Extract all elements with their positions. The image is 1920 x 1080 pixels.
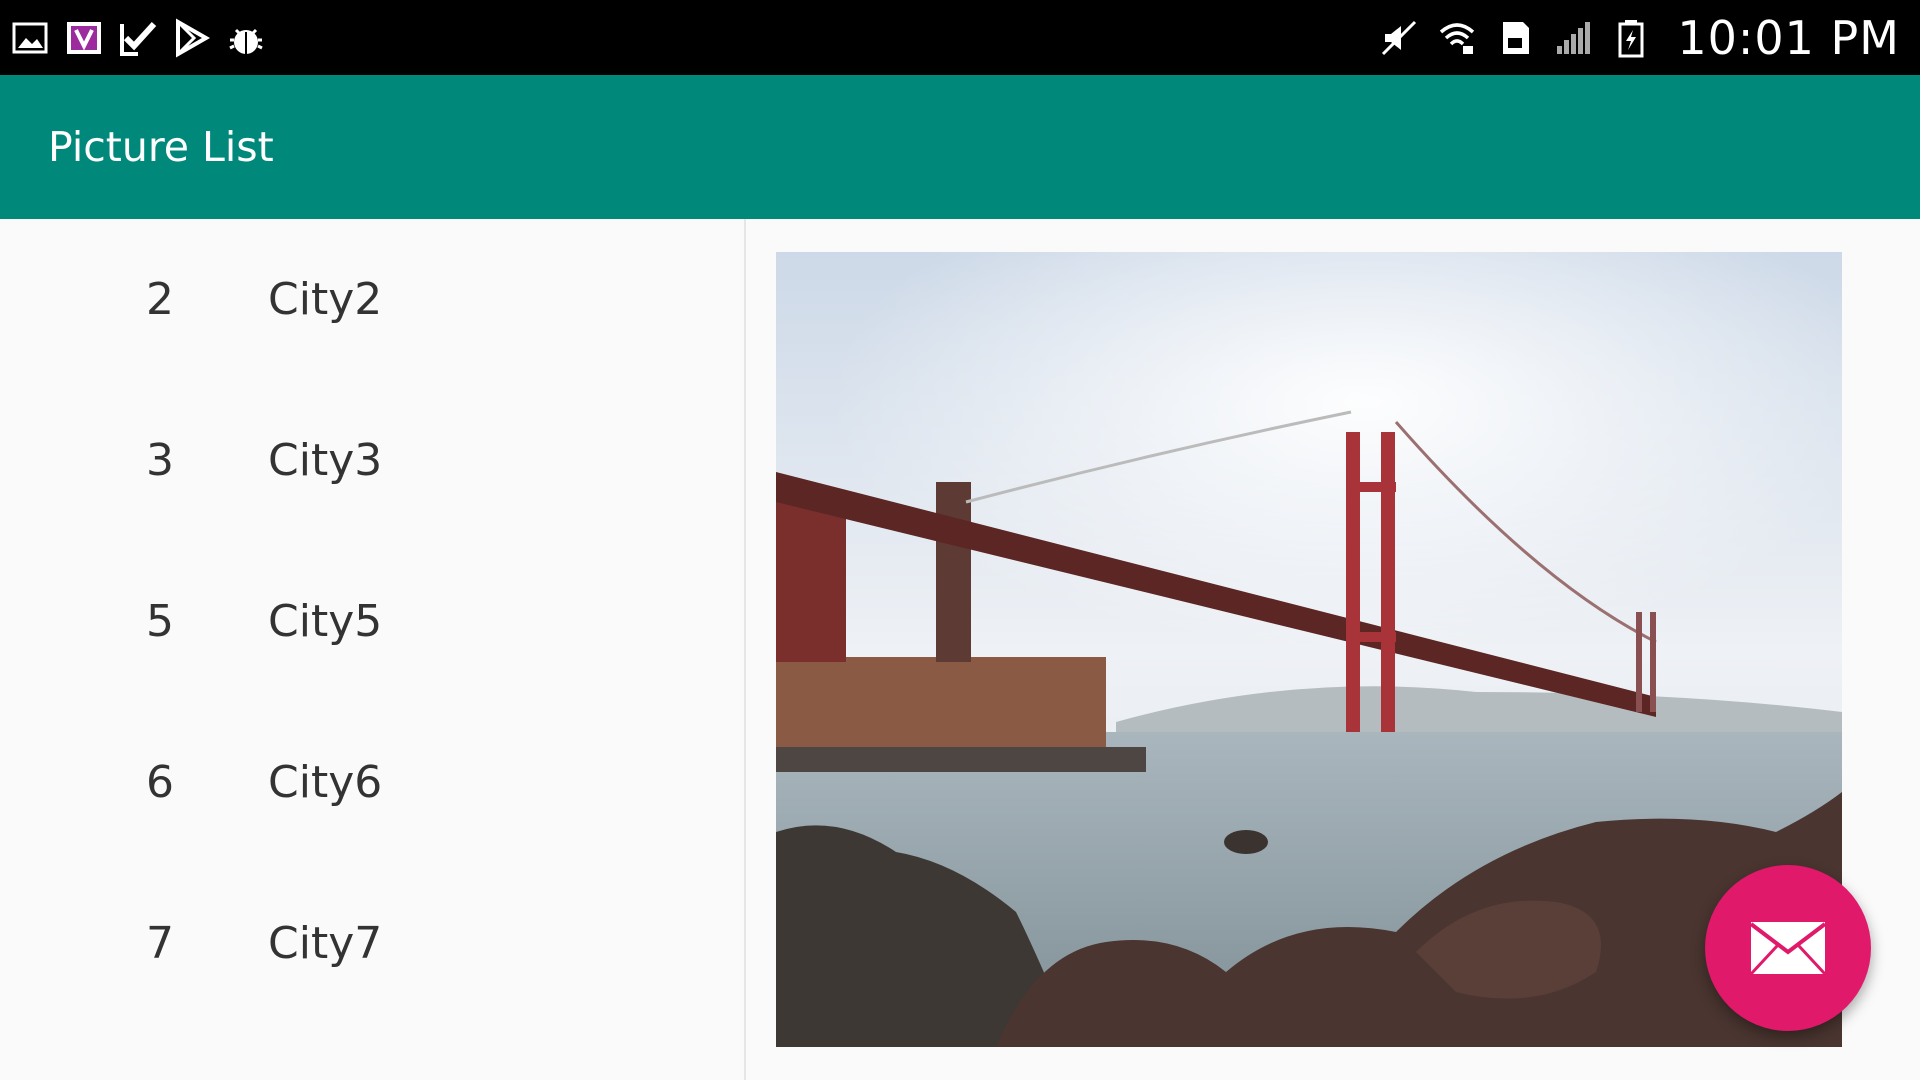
list-item-number: 3	[146, 435, 174, 486]
mail-icon	[1749, 922, 1827, 976]
list-item-number: 6	[146, 757, 174, 808]
checkmark-icon	[118, 18, 158, 58]
battery-icon	[1611, 18, 1651, 58]
picture-list: 2 City2 3 City3 5 City5 6 City6 7 City7	[0, 219, 746, 1080]
signal-icon	[1553, 18, 1593, 58]
list-item[interactable]: 3 City3	[0, 380, 744, 541]
list-item-number: 2	[146, 274, 174, 325]
list-item-number: 7	[146, 918, 174, 969]
v-app-icon	[64, 18, 104, 58]
app-bar: Picture List	[0, 75, 1920, 219]
mute-icon	[1379, 18, 1419, 58]
status-bar-system: 10:01 PM	[1379, 10, 1900, 66]
android-debug-icon	[226, 18, 266, 58]
wifi-icon	[1437, 18, 1477, 58]
city-photo	[776, 252, 1842, 1047]
list-item[interactable]: 7 City7	[0, 863, 744, 1024]
list-item-number: 5	[146, 596, 174, 647]
clock: 10:01 PM	[1677, 11, 1900, 65]
gallery-icon	[10, 18, 50, 58]
list-item[interactable]: 6 City6	[0, 702, 744, 863]
list-item[interactable]: 5 City5	[0, 541, 744, 702]
list-item-name: City6	[268, 757, 383, 808]
mail-fab[interactable]	[1705, 865, 1871, 1031]
page-title: Picture List	[48, 123, 274, 171]
status-bar: 10:01 PM	[0, 0, 1920, 75]
list-item[interactable]: 2 City2	[0, 219, 744, 380]
status-bar-notifications	[10, 10, 266, 66]
sd-card-icon	[1495, 18, 1535, 58]
list-item-name: City5	[268, 596, 383, 647]
play-store-icon	[172, 18, 212, 58]
list-item-name: City7	[268, 918, 383, 969]
list-item-name: City3	[268, 435, 383, 486]
list-item-name: City2	[268, 274, 383, 325]
